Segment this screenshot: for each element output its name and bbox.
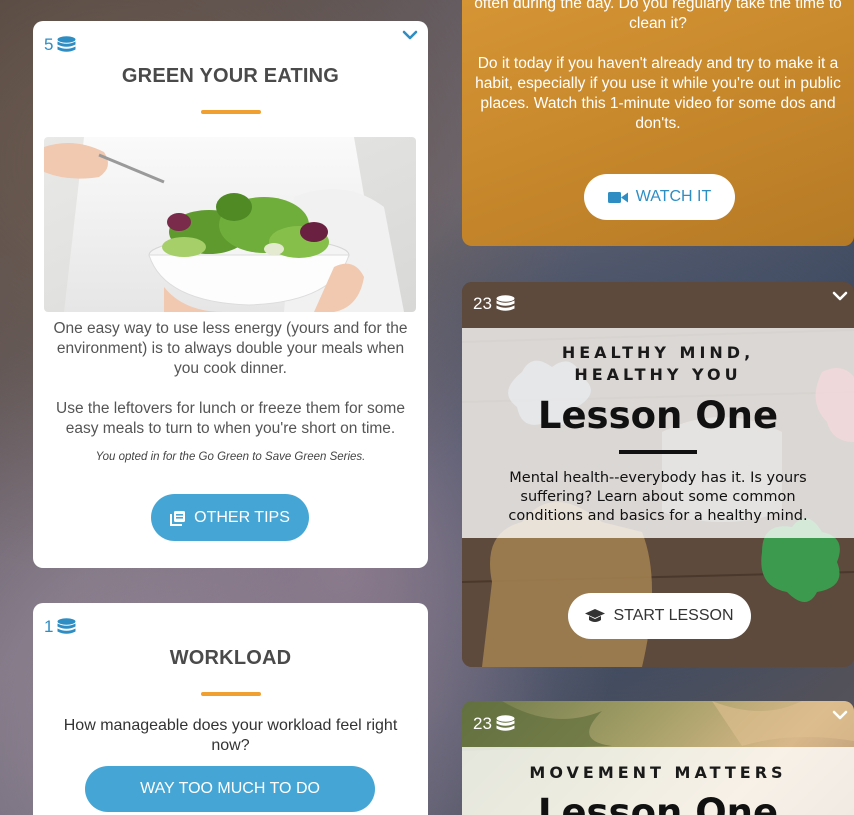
coin-stack-icon — [57, 36, 76, 52]
lesson-title: Lesson One — [537, 394, 779, 437]
option-label: WAY TOO MUCH TO DO — [140, 780, 320, 797]
coin-stack-icon — [57, 618, 76, 634]
tip-paragraph-1: One easy way to use less energy (yours a… — [53, 320, 408, 377]
title-underline — [201, 110, 261, 114]
healthy-mind-lesson-card: 23 HEALTHY MIND, HEALTHY YOU Lesson One … — [462, 282, 854, 667]
series-title-line1: HEALTHY MIND, — [561, 343, 755, 362]
movement-matters-lesson-card: 23 MOVEMENT MATTERS Lesson One — [462, 701, 854, 815]
lesson-title: Lesson One — [537, 791, 779, 815]
points-value: 5 — [44, 35, 54, 54]
series-title: MOVEMENT MATTERS — [529, 763, 787, 782]
series-title-line2: HEALTHY YOU — [574, 365, 742, 384]
points-badge: 23 — [473, 294, 515, 314]
points-badge: 23 — [473, 714, 515, 734]
salad-bowl-image — [44, 137, 416, 312]
points-badge: 1 — [44, 617, 76, 637]
watch-it-button[interactable]: WATCH IT — [584, 174, 735, 220]
lesson-title-underline — [619, 450, 697, 454]
card-title: GREEN YOUR EATING — [121, 65, 340, 87]
tip-paragraph-2: Use the leftovers for lunch or freeze th… — [56, 400, 405, 437]
points-value: 1 — [44, 617, 54, 636]
workload-card: 1 WORKLOAD How manageable does your work… — [33, 603, 428, 815]
watch-it-label: WATCH IT — [635, 188, 712, 205]
chevron-down-icon[interactable] — [832, 290, 848, 302]
title-underline — [201, 692, 261, 696]
way-too-much-button[interactable]: WAY TOO MUCH TO DO — [85, 766, 375, 812]
card-title: WORKLOAD — [169, 647, 292, 669]
video-tip-card: often during the day. Do you regularly t… — [462, 0, 854, 246]
optin-note: You opted in for the Go Green to Save Gr… — [95, 451, 366, 463]
tip-text-top: often during the day. Do you regularly t… — [474, 0, 842, 32]
coin-stack-icon — [496, 715, 515, 731]
graduation-cap-icon — [585, 609, 606, 622]
green-your-eating-card: 5 GREEN YOUR EATING One easy way to use … — [33, 21, 428, 568]
chevron-down-icon[interactable] — [832, 709, 848, 721]
points-badge: 5 — [44, 35, 76, 55]
other-tips-button[interactable]: OTHER TIPS — [151, 494, 309, 541]
tip-paragraph: Do it today if you haven't already and t… — [475, 55, 841, 132]
points-value: 23 — [473, 294, 492, 313]
start-lesson-label: START LESSON — [613, 607, 734, 624]
workload-question: How manageable does your workload feel r… — [63, 717, 398, 754]
lesson-description: Mental health--everybody has it. Is your… — [508, 470, 808, 524]
chevron-down-icon[interactable] — [402, 29, 418, 41]
coin-stack-icon — [496, 295, 515, 311]
copy-icon — [170, 510, 186, 526]
points-value: 23 — [473, 714, 492, 733]
start-lesson-button[interactable]: START LESSON — [568, 593, 751, 639]
other-tips-label: OTHER TIPS — [194, 508, 290, 526]
video-camera-icon — [607, 191, 628, 203]
